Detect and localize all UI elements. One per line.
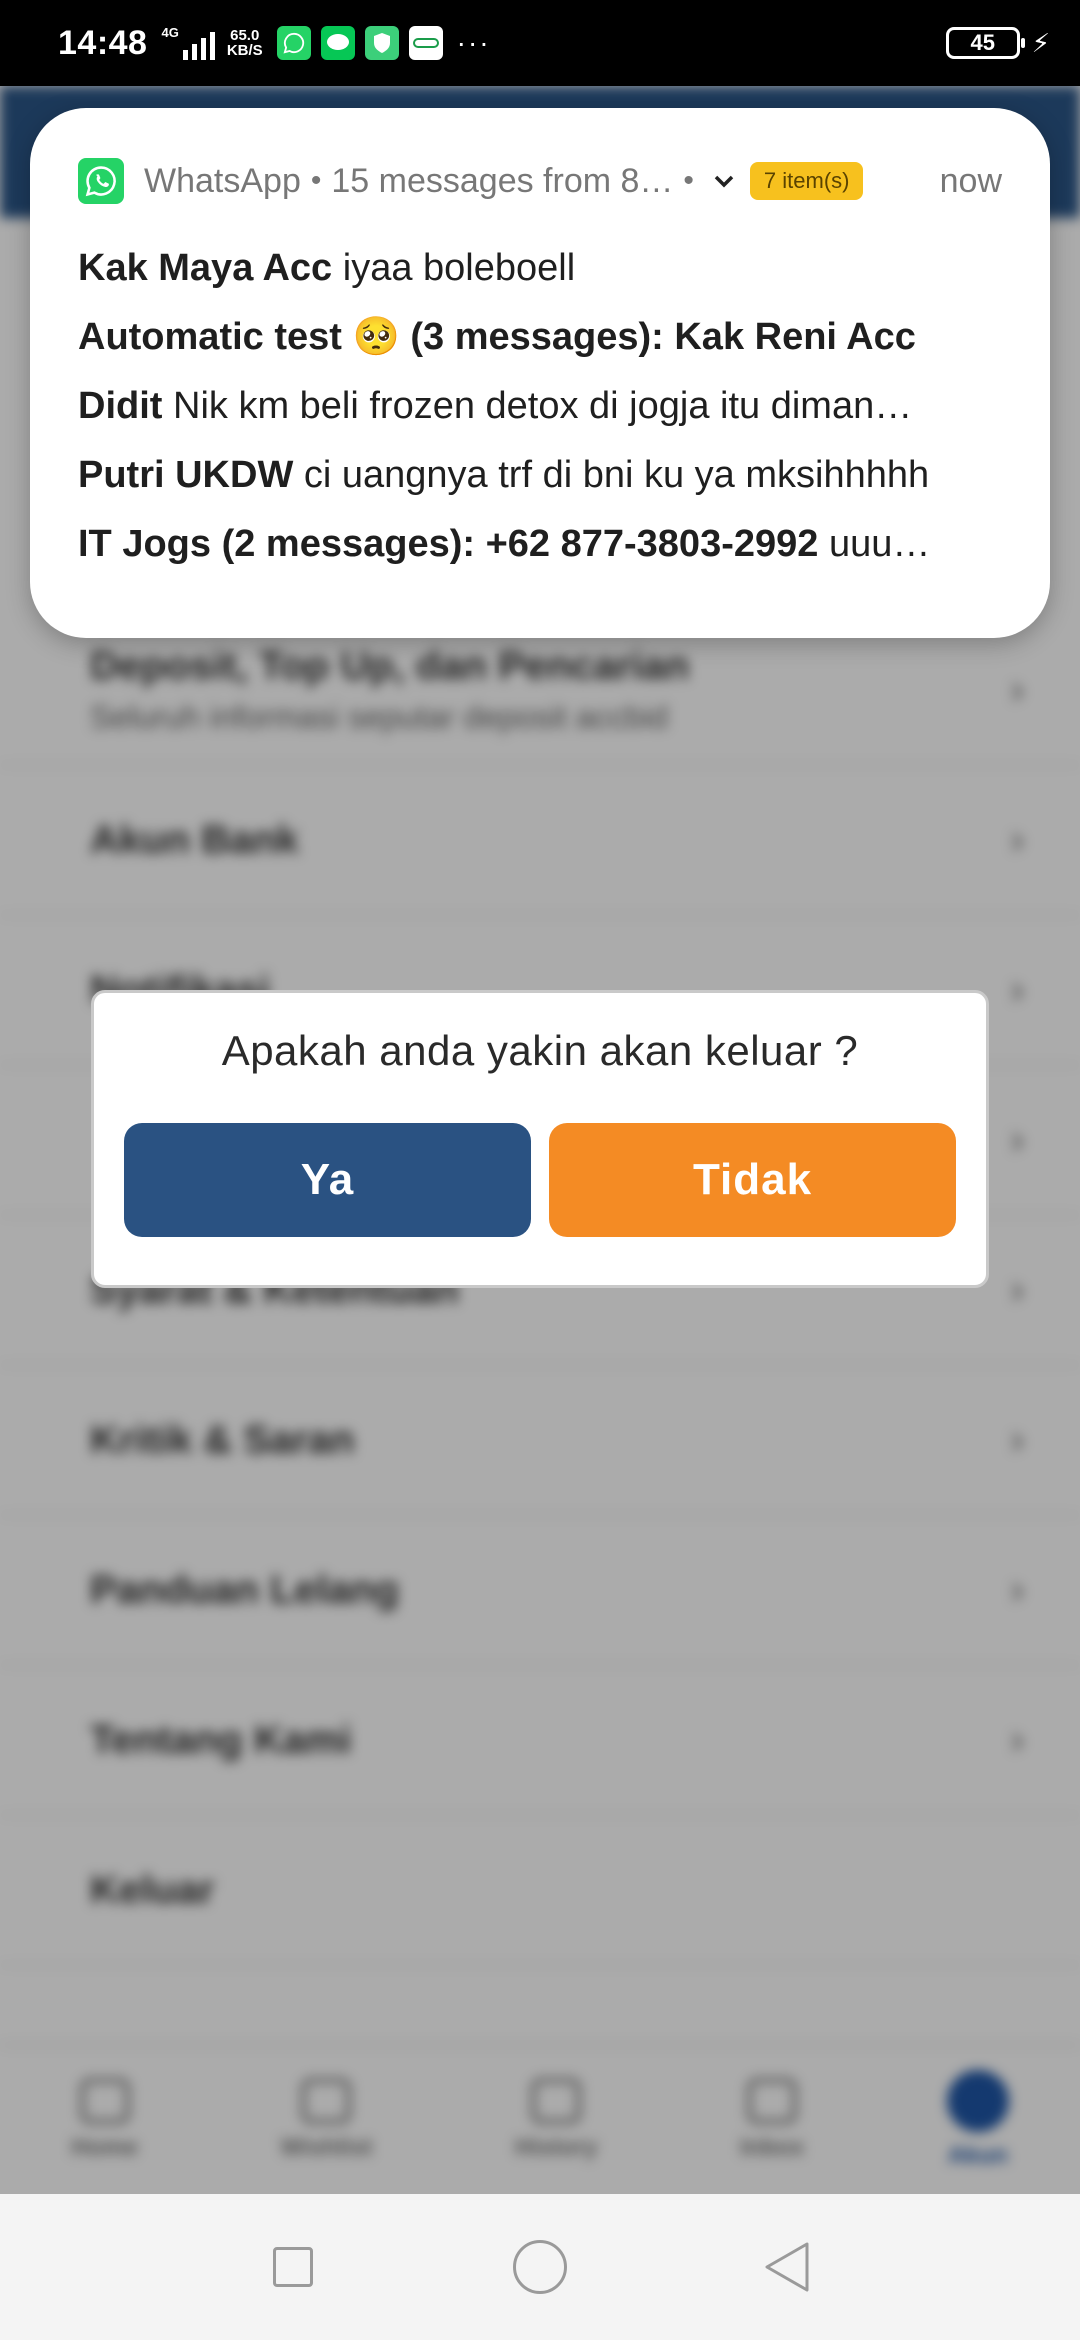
notification-app-name: WhatsApp <box>144 161 301 200</box>
message-sender: Didit <box>78 385 163 427</box>
notification-icons <box>276 26 443 60</box>
status-bar: 14:48 4G 65.0 KB/S ··· 45 ⚡ <box>0 0 1080 86</box>
dialog-question: Apakah anda yakin akan keluar ? <box>221 1027 859 1074</box>
speed-value: 65.0 <box>230 27 260 44</box>
message-line: Automatic test 🥺 (3 messages): Kak Reni … <box>78 303 1002 372</box>
whatsapp-icon <box>78 158 124 204</box>
notification-time: now <box>939 161 1002 200</box>
back-button[interactable] <box>757 2237 817 2297</box>
message-text: ci uangnya trf di bni ku ya mksihhhhh <box>303 454 930 496</box>
line-icon <box>320 26 355 60</box>
notification-header: WhatsApp • 15 messages from 8… • 7 item(… <box>78 156 1002 206</box>
shield-icon <box>364 26 399 60</box>
circle-icon <box>512 2240 567 2294</box>
message-line: Kak Maya Acc iyaa boleboell <box>78 234 1002 303</box>
separator-dot: • <box>683 164 694 197</box>
logout-confirm-dialog: Apakah anda yakin akan keluar ? Ya Tidak <box>91 990 989 1288</box>
yes-button[interactable]: Ya <box>124 1123 531 1237</box>
message-text: uuu… <box>828 523 931 565</box>
notification-summary: 15 messages from 8… <box>331 161 674 200</box>
home-button[interactable] <box>510 2237 570 2297</box>
recents-button[interactable] <box>263 2237 323 2297</box>
message-line: IT Jogs (2 messages): +62 877-3803-2992 … <box>78 510 1002 579</box>
signal-icon: 4G <box>161 25 215 60</box>
message-sender: Automatic test 🥺 (3 messages): Kak Reni … <box>78 316 916 358</box>
speed-unit: KB/S <box>226 42 263 59</box>
message-sender: IT Jogs (2 messages): +62 877-3803-2992 <box>78 523 819 565</box>
whatsapp-notification[interactable]: WhatsApp • 15 messages from 8… • 7 item(… <box>30 108 1050 638</box>
triangle-back-icon <box>765 2242 809 2292</box>
chevron-down-icon[interactable] <box>714 167 734 195</box>
no-button[interactable]: Tidak <box>549 1123 956 1237</box>
battery-level: 45 <box>970 30 995 55</box>
message-text: iyaa boleboell <box>342 247 576 289</box>
whatsapp-icon <box>276 26 311 60</box>
battery-icon: 45 <box>945 27 1025 59</box>
more-icon: ··· <box>456 27 491 58</box>
message-text: Nik km beli frozen detox di jogja itu di… <box>173 385 913 427</box>
clock: 14:48 <box>58 23 148 62</box>
system-nav-bar <box>0 2194 1080 2340</box>
message-sender: Kak Maya Acc <box>78 247 333 289</box>
square-icon <box>273 2247 314 2287</box>
grab-icon <box>408 26 443 60</box>
message-line: Putri UKDW ci uangnya trf di bni ku ya m… <box>78 441 1002 510</box>
network-type: 4G <box>161 25 179 40</box>
dialog-buttons: Ya Tidak <box>124 1123 956 1237</box>
message-list: Kak Maya Acc iyaa boleboell Automatic te… <box>78 234 1002 579</box>
network-speed: 65.0 KB/S <box>227 28 263 58</box>
item-count-badge: 7 item(s) <box>749 162 864 200</box>
message-line: Didit Nik km beli frozen detox di jogja … <box>78 372 1002 441</box>
message-sender: Putri UKDW <box>78 454 294 496</box>
charging-icon: ⚡ <box>1031 27 1050 58</box>
separator-dot: • <box>310 164 322 197</box>
